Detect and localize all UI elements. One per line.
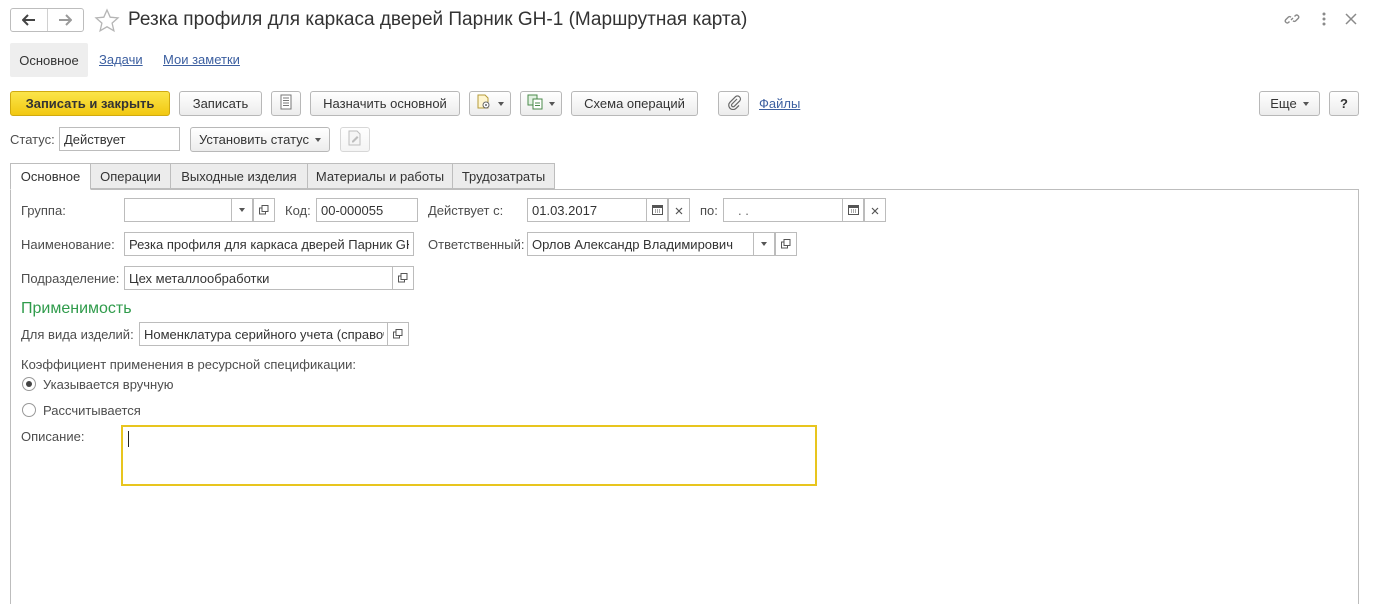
create-based-on-button[interactable] — [469, 91, 511, 116]
document-edit-icon — [348, 130, 362, 149]
chevron-down-icon — [498, 101, 504, 106]
document-gear-icon — [476, 94, 492, 113]
open-form-icon — [781, 237, 791, 252]
link-icon[interactable] — [1282, 9, 1302, 29]
responsible-dropdown-button[interactable] — [753, 232, 775, 256]
paperclip-icon — [727, 94, 741, 113]
tab-output-products[interactable]: Выходные изделия — [170, 163, 308, 189]
coefficient-label: Коэффициент применения в ресурсной специ… — [21, 357, 357, 372]
chevron-down-icon — [1302, 101, 1309, 106]
radio-manual-label[interactable]: Указывается вручную — [43, 377, 173, 392]
save-button[interactable]: Записать — [179, 91, 262, 116]
valid-to-value: . . — [738, 203, 749, 218]
responsible-field[interactable]: Орлов Александр Владимирович — [527, 232, 757, 256]
product-kind-label: Для вида изделий: — [21, 327, 134, 342]
radio-calculated-label[interactable]: Рассчитывается — [43, 403, 141, 418]
related-docs-icon — [527, 94, 543, 113]
more-button-label: Еще — [1270, 96, 1297, 111]
tab-materials-and-works[interactable]: Материалы и работы — [307, 163, 453, 189]
clear-icon — [675, 203, 683, 218]
chevron-down-icon — [315, 137, 322, 142]
department-label: Подразделение: — [21, 271, 120, 286]
name-value: Резка профиля для каркаса дверей Парник … — [129, 237, 409, 252]
calendar-icon — [651, 203, 663, 218]
list-document-icon — [280, 94, 292, 113]
responsible-label: Ответственный: — [428, 237, 525, 252]
code-label: Код: — [285, 203, 311, 218]
applicability-title: Применимость — [21, 300, 132, 317]
chevron-down-icon — [761, 242, 767, 246]
section-notes-link[interactable]: Мои заметки — [163, 52, 240, 67]
section-main[interactable]: Основное — [10, 43, 88, 77]
more-vert-icon[interactable] — [1314, 9, 1334, 29]
star-icon[interactable] — [94, 8, 120, 34]
tab-labor-costs[interactable]: Трудозатраты — [452, 163, 555, 189]
department-open-button[interactable] — [392, 266, 414, 290]
description-textarea[interactable] — [121, 425, 817, 486]
code-value: 00-000055 — [321, 203, 384, 218]
group-label: Группа: — [21, 203, 66, 218]
nav-buttons — [10, 8, 84, 32]
open-form-icon — [393, 327, 403, 342]
valid-to-clear-button[interactable] — [864, 198, 886, 222]
open-form-icon — [259, 203, 269, 218]
save-and-close-button[interactable]: Записать и закрыть — [10, 91, 170, 116]
responsible-open-button[interactable] — [775, 232, 797, 256]
assign-main-button[interactable]: Назначить основной — [310, 91, 460, 116]
clear-icon — [871, 203, 879, 218]
files-link[interactable]: Файлы — [759, 96, 800, 111]
forward-arrow-icon[interactable] — [46, 9, 84, 31]
valid-to-field[interactable]: . . — [723, 198, 843, 222]
description-label: Описание: — [21, 429, 85, 444]
radio-manual[interactable] — [22, 377, 36, 391]
section-tasks-link[interactable]: Задачи — [99, 52, 143, 67]
window-title: Резка профиля для каркаса дверей Парник … — [128, 9, 748, 30]
valid-from-clear-button[interactable] — [668, 198, 690, 222]
set-status-button[interactable]: Установить статус — [190, 127, 330, 152]
valid-from-label: Действует с: — [428, 203, 504, 218]
chevron-down-icon — [549, 101, 555, 106]
group-open-button[interactable] — [253, 198, 275, 222]
valid-from-field[interactable]: 01.03.2017 — [527, 198, 647, 222]
calendar-icon — [847, 203, 859, 218]
product-kind-value: Номенклатура серийного учета (справоч — [144, 327, 384, 342]
responsible-value: Орлов Александр Владимирович — [532, 237, 733, 252]
more-button[interactable]: Еще — [1259, 91, 1320, 116]
radio-calculated[interactable] — [22, 403, 36, 417]
product-kind-open-button[interactable] — [387, 322, 409, 346]
tab-main[interactable]: Основное — [10, 163, 91, 190]
report-button[interactable] — [271, 91, 301, 116]
operations-scheme-button[interactable]: Схема операций — [571, 91, 698, 116]
valid-from-value: 01.03.2017 — [532, 203, 598, 218]
attach-file-button[interactable] — [718, 91, 749, 116]
related-documents-button[interactable] — [520, 91, 562, 116]
valid-to-calendar-button[interactable] — [842, 198, 864, 222]
department-value: Цех металлообработки — [129, 271, 270, 286]
group-dropdown-button[interactable] — [231, 198, 253, 222]
valid-from-calendar-button[interactable] — [646, 198, 668, 222]
text-cursor — [128, 431, 129, 447]
open-form-icon — [398, 271, 408, 286]
department-field[interactable]: Цех металлообработки — [124, 266, 394, 290]
status-value: Действует — [64, 132, 126, 147]
status-label: Статус: — [10, 132, 55, 147]
name-field[interactable]: Резка профиля для каркаса дверей Парник … — [124, 232, 414, 256]
tab-operations[interactable]: Операции — [90, 163, 171, 189]
valid-to-label: по: — [700, 203, 718, 218]
chevron-down-icon — [239, 208, 245, 212]
help-button[interactable]: ? — [1329, 91, 1359, 116]
close-icon[interactable] — [1341, 9, 1361, 29]
set-status-label: Установить статус — [198, 132, 310, 147]
code-field[interactable]: 00-000055 — [316, 198, 418, 222]
product-kind-field[interactable]: Номенклатура серийного учета (справоч — [139, 322, 389, 346]
status-field: Действует — [59, 127, 180, 151]
back-arrow-icon[interactable] — [11, 9, 47, 31]
status-history-button[interactable] — [340, 127, 370, 152]
name-label: Наименование: — [21, 237, 115, 252]
